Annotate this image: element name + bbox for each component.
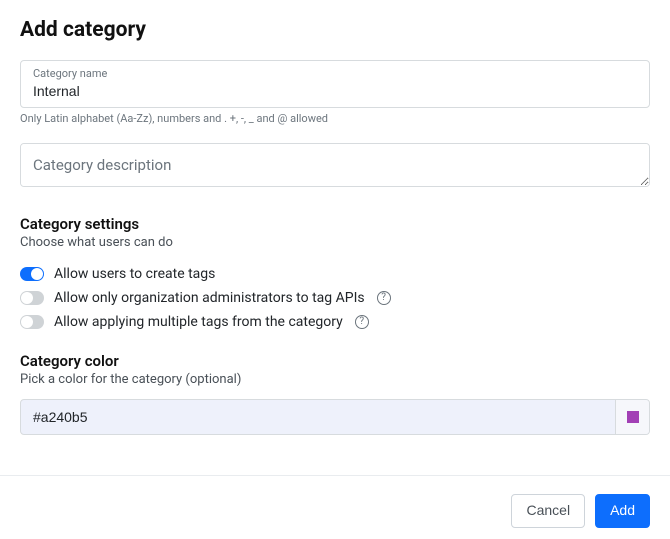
toggle-row-admins-only: Allow only organization administrators t… [20,290,650,306]
toggle-row-multiple-tags: Allow applying multiple tags from the ca… [20,314,650,330]
color-title: Category color [20,352,650,370]
category-name-label: Category name [33,67,637,81]
help-icon[interactable]: ? [377,291,391,305]
page-title: Add category [20,18,650,42]
toggle-label: Allow applying multiple tags from the ca… [54,314,343,330]
color-picker-button[interactable] [615,400,649,434]
cancel-button[interactable]: Cancel [511,494,585,528]
toggle-label: Allow only organization administrators t… [54,290,365,306]
toggle-multiple-tags[interactable] [20,315,44,329]
color-swatch-icon [627,411,639,423]
toggle-create-tags[interactable] [20,267,44,281]
category-settings-section: Category settings Choose what users can … [20,215,650,330]
category-name-hint: Only Latin alphabet (Aa-Zz), numbers and… [20,112,650,125]
footer-actions: Cancel Add [0,476,670,528]
category-color-section: Category color Pick a color for the cate… [20,352,650,435]
color-subtitle: Pick a color for the category (optional) [20,372,650,387]
toggle-row-create-tags: Allow users to create tags [20,266,650,282]
settings-title: Category settings [20,215,650,233]
color-input-group [20,399,650,435]
category-description-input[interactable] [20,143,650,187]
category-name-input[interactable] [33,83,637,99]
help-icon[interactable]: ? [355,315,369,329]
toggle-admins-only[interactable] [20,291,44,305]
add-button[interactable]: Add [595,494,650,528]
category-name-field[interactable]: Category name [20,60,650,108]
settings-subtitle: Choose what users can do [20,235,650,250]
toggle-label: Allow users to create tags [54,266,215,282]
color-hex-input[interactable] [21,400,615,434]
